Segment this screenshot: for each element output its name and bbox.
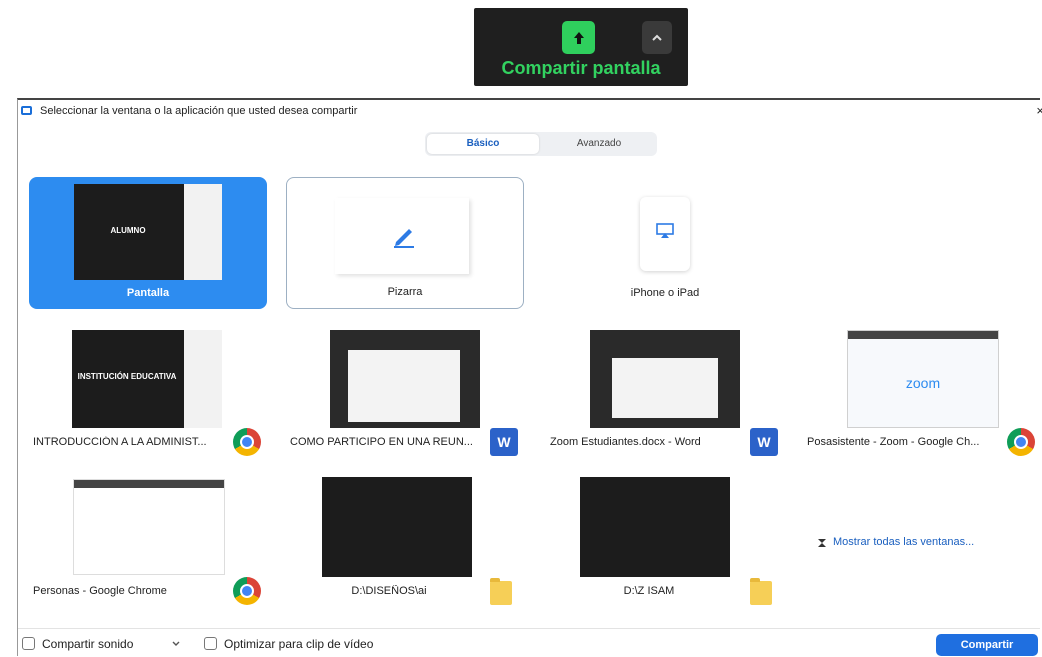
share-screen-toolbar: Compartir pantalla [474, 8, 688, 86]
chevron-up-icon [652, 34, 662, 41]
window-thumbnail [330, 330, 480, 428]
optimize-video-checkbox[interactable] [204, 637, 217, 650]
card-label: iPhone o iPad [630, 287, 700, 299]
document-page [612, 358, 718, 418]
share-option-window-zoom-estudiantes[interactable]: Zoom Estudiantes.docx - Word W [546, 326, 784, 458]
card-label: INTRODUCCIÓN A LA ADMINIST... [33, 436, 207, 448]
browser-tabbar [848, 331, 998, 339]
window-thumbnail [73, 479, 225, 575]
share-screen-label: Compartir pantalla [501, 58, 661, 78]
share-option-window-isam[interactable]: D:\Z ISAM [546, 475, 784, 607]
pencil-icon [394, 229, 414, 248]
share-sound-checkbox[interactable] [22, 637, 35, 650]
window-thumbnail: zoom [847, 330, 999, 428]
chevron-down-icon[interactable] [172, 641, 180, 647]
tab-bar: Básico Avanzado [425, 132, 657, 156]
close-button[interactable]: × [1036, 103, 1042, 118]
card-label: Pizarra [387, 286, 423, 298]
thumb-sidepanel [184, 184, 222, 280]
optimize-video-label: Optimizar para clip de vídeo [224, 637, 374, 651]
share-option-pantalla[interactable]: ALUMNO Pantalla [29, 177, 267, 309]
chrome-icon [233, 428, 261, 456]
share-window-dialog: Seleccionar la ventana o la aplicación q… [17, 98, 1042, 657]
browser-tabbar [74, 480, 224, 488]
card-label: COMO PARTICIPO EN UNA REUN... [290, 436, 473, 448]
thumb-caption: zoom [905, 375, 941, 391]
folder-icon [750, 578, 772, 605]
share-option-window-intro[interactable]: INSTITUCIÓN EDUCATIVA INTRODUCCIÓN A LA … [29, 326, 267, 458]
card-label: D:\DISEÑOS\ai [351, 585, 427, 597]
window-thumbnail [580, 477, 730, 577]
chrome-icon [233, 577, 261, 605]
share-sound-label: Compartir sonido [42, 637, 134, 651]
tab-basico[interactable]: Básico [427, 134, 539, 154]
tab-avanzado[interactable]: Avanzado [543, 134, 655, 154]
document-page [348, 350, 460, 422]
share-option-window-disenos[interactable]: D:\DISEÑOS\ai [286, 475, 524, 607]
thumb-caption: INSTITUCIÓN EDUCATIVA [77, 372, 177, 381]
bottom-bar: Compartir sonido Optimizar para clip de … [18, 628, 1040, 657]
title-bar: Seleccionar la ventana o la aplicación q… [18, 100, 1042, 122]
chrome-icon [1007, 428, 1035, 456]
zoom-app-icon [21, 106, 32, 115]
share-options-caret[interactable] [642, 21, 672, 54]
card-label: Pantalla [126, 287, 170, 299]
window-thumbnail [322, 477, 472, 577]
card-label: Zoom Estudiantes.docx - Word [550, 436, 701, 448]
card-label: Posasistente - Zoom - Google Ch... [807, 436, 980, 448]
word-icon: W [750, 428, 778, 456]
screen-thumbnail: ALUMNO [74, 184, 222, 280]
expand-icon [818, 539, 826, 547]
arrow-up-icon [573, 31, 584, 44]
share-button[interactable]: Compartir [936, 634, 1038, 656]
whiteboard-thumbnail [335, 198, 469, 274]
show-all-windows[interactable]: Mostrar todas las ventanas... [803, 475, 1041, 607]
window-thumbnail: INSTITUCIÓN EDUCATIVA [72, 330, 222, 428]
dialog-title: Seleccionar la ventana o la aplicación q… [40, 105, 358, 117]
card-label: Personas - Google Chrome [33, 585, 167, 597]
thumb-caption: ALUMNO [110, 226, 146, 235]
word-icon: W [490, 428, 518, 456]
share-option-window-posasistente[interactable]: zoom Posasistente - Zoom - Google Ch... [803, 326, 1041, 458]
thumb-sidepanel [184, 330, 222, 428]
show-all-windows-label: Mostrar todas las ventanas... [833, 536, 975, 548]
share-option-iphone-ipad[interactable]: iPhone o iPad [546, 177, 784, 309]
airplay-icon [656, 223, 674, 238]
window-thumbnail [590, 330, 740, 428]
share-screen-button[interactable] [562, 21, 595, 54]
share-option-window-personas[interactable]: Personas - Google Chrome [29, 475, 267, 607]
share-option-pizarra[interactable]: Pizarra [286, 177, 524, 309]
tablet-thumbnail [640, 197, 690, 271]
share-option-window-como[interactable]: COMO PARTICIPO EN UNA REUN... W [286, 326, 524, 458]
card-label: D:\Z ISAM [623, 585, 675, 597]
folder-icon [490, 578, 512, 605]
